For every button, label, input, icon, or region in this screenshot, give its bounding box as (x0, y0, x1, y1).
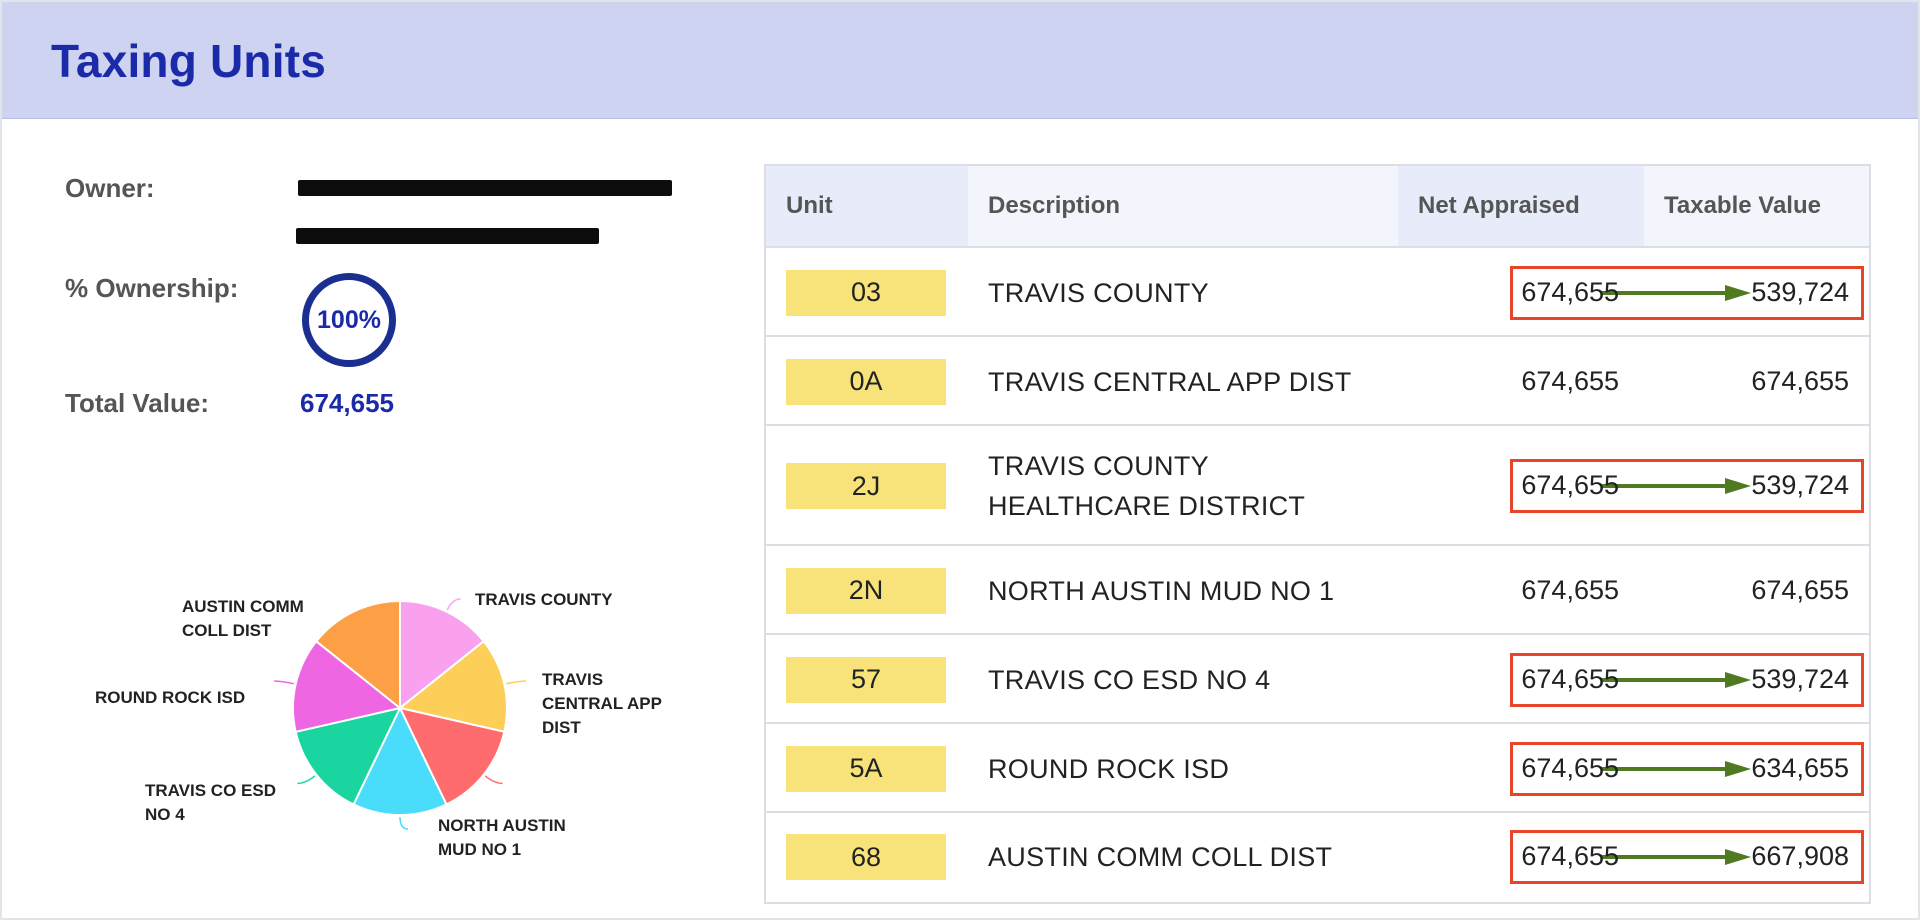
ownership-badge: 100% (302, 273, 396, 367)
taxing-units-table: Unit Description Net Appraised Taxable V… (764, 164, 1871, 904)
taxable-value: 634,655 (1751, 752, 1849, 783)
owner-label: Owner: (65, 173, 155, 203)
net-appraised-value: 674,655 (1521, 470, 1619, 500)
unit-description: AUSTIN COMM COLL DIST (988, 842, 1333, 872)
table-row[interactable]: 68 AUSTIN COMM COLL DIST 674,655 667,908 (766, 813, 1869, 901)
unit-description-line-2: HEALTHCARE DISTRICT (988, 491, 1306, 521)
pie-slice-label: TRAVIS COUNTY (475, 590, 613, 609)
unit-description: TRAVIS COUNTY (988, 277, 1209, 308)
net-appraised-value: 674,655 (1521, 841, 1619, 871)
pie-leader-line (484, 775, 503, 785)
unit-description-line-1: TRAVIS COUNTY (988, 451, 1209, 481)
table-header: Unit Description Net Appraised Taxable V… (766, 166, 1869, 248)
table-row[interactable]: 5A ROUND ROCK ISD 674,655 634,655 (766, 724, 1869, 813)
unit-code-badge: 57 (786, 656, 946, 703)
pie-slice-label: ROUND ROCK ISD (95, 688, 245, 707)
pie-slice-label: AUSTIN COMM COLL DIST (182, 597, 304, 640)
column-header-taxable-value[interactable]: Taxable Value (1644, 166, 1869, 246)
taxable-value: 539,724 (1751, 470, 1849, 500)
unit-code-badge: 2N (786, 567, 946, 614)
taxable-value: 674,655 (1751, 574, 1849, 605)
unit-code-badge: 5A (786, 745, 946, 792)
unit-description: TRAVIS COUNTY HEALTHCARE DISTRICT (988, 446, 1305, 526)
arrow-right-icon (1601, 671, 1751, 688)
total-value: 674,655 (300, 388, 394, 418)
unit-code-badge: 68 (786, 834, 946, 880)
arrow-right-icon (1601, 478, 1751, 494)
page-header: Taxing Units (2, 2, 1918, 119)
pie-leader-line (274, 680, 294, 685)
unit-description: ROUND ROCK ISD (988, 753, 1230, 784)
page-title: Taxing Units (51, 35, 327, 87)
column-header-net-appraised[interactable]: Net Appraised (1398, 166, 1644, 246)
arrow-right-icon (1601, 284, 1751, 301)
column-header-description[interactable]: Description (968, 166, 1398, 246)
ownership-label: % Ownership: (65, 273, 239, 303)
taxable-value: 667,908 (1751, 841, 1849, 871)
pie-slice-label: TRAVIS CENTRAL APP DIST (542, 670, 662, 737)
taxable-value: 674,655 (1751, 365, 1849, 396)
taxable-value: 539,724 (1751, 663, 1849, 694)
pie-leader-line (506, 680, 526, 685)
ownership-value: 100% (317, 305, 381, 334)
table-row[interactable]: 2J TRAVIS COUNTY HEALTHCARE DISTRICT 674,65… (766, 426, 1869, 546)
arrow-right-icon (1601, 760, 1751, 777)
net-appraised-value: 674,655 (1521, 365, 1619, 396)
net-appraised-value: 674,655 (1521, 752, 1619, 783)
total-value-label: Total Value: (65, 388, 209, 418)
unit-description: TRAVIS CENTRAL APP DIST (988, 366, 1352, 397)
table-row[interactable]: 03 TRAVIS COUNTY 674,655 539,724 (766, 248, 1869, 337)
unit-code-badge: 2J (786, 463, 946, 509)
net-appraised-value: 674,655 (1521, 276, 1619, 307)
column-header-unit[interactable]: Unit (766, 166, 968, 246)
table-row[interactable]: 2N NORTH AUSTIN MUD NO 1 674,655 674,655 (766, 546, 1869, 635)
taxing-units-pie-chart: TRAVIS COUNTY TRAVIS CENTRAL APP DIST NORTH … (95, 590, 662, 859)
unit-description: NORTH AUSTIN MUD NO 1 (988, 575, 1335, 606)
net-appraised-value: 674,655 (1521, 663, 1619, 694)
unit-code-badge: 0A (786, 358, 946, 405)
table-row[interactable]: 0A TRAVIS CENTRAL APP DIST 674,655 674,655 (766, 337, 1869, 426)
pie-leader-line (399, 816, 409, 830)
pie-slice-label: NORTH AUSTIN MUD NO 1 (438, 816, 566, 859)
table-row[interactable]: 57 TRAVIS CO ESD NO 4 674,655 539,724 (766, 635, 1869, 724)
pie-leader-line (297, 775, 316, 785)
arrow-right-icon (1601, 849, 1751, 865)
pie-slice-label: TRAVIS CO ESD NO 4 (145, 781, 276, 824)
owner-name-redacted-line-1 (298, 180, 672, 196)
unit-description: TRAVIS CO ESD NO 4 (988, 664, 1271, 695)
taxable-value: 539,724 (1751, 276, 1849, 307)
owner-name-redacted-line-2 (296, 228, 599, 244)
unit-code-badge: 03 (786, 269, 946, 316)
net-appraised-value: 674,655 (1521, 574, 1619, 605)
pie-leader-line (446, 598, 461, 611)
